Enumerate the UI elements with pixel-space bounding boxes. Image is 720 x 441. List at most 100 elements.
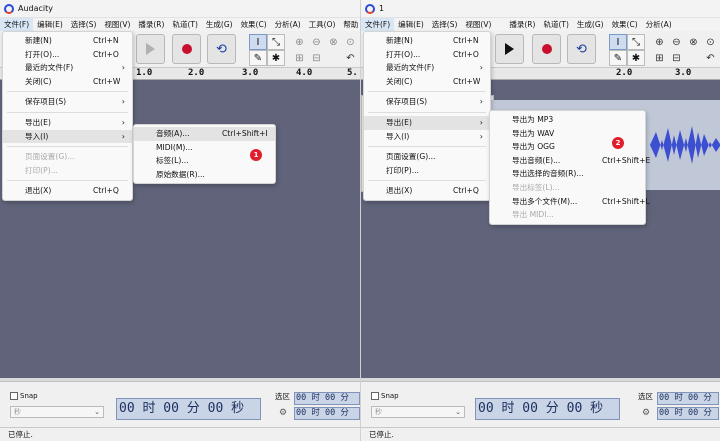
loop-button[interactable]: ⟲: [207, 34, 236, 64]
menu-item-page-setup[interactable]: 页面设置(G)...: [3, 150, 132, 164]
record-button[interactable]: [532, 34, 561, 64]
menu-generate[interactable]: 生成(G): [573, 18, 608, 31]
snap-checkbox[interactable]: [371, 392, 379, 400]
zoom-out-button[interactable]: ⊖: [669, 35, 684, 50]
menu-tools[interactable]: 工具(O): [305, 18, 340, 31]
menu-transport[interactable]: 播录(R): [495, 18, 539, 31]
menu-analyze[interactable]: 分析(A): [271, 18, 305, 31]
zoom-in-button[interactable]: ⊕: [292, 35, 307, 50]
menu-tracks[interactable]: 轨道(T): [539, 18, 572, 31]
play-button[interactable]: [136, 34, 165, 64]
envelope-tool[interactable]: ⤡: [627, 34, 645, 50]
menu-view[interactable]: 视图(V): [100, 18, 134, 31]
undo-button[interactable]: ↶: [343, 51, 358, 66]
menu-item-export[interactable]: 导出(E) ›: [364, 115, 490, 130]
menu-item-open[interactable]: 打开(O)... Ctrl+O: [364, 48, 490, 62]
draw-tool[interactable]: ✎: [249, 50, 267, 66]
zoom-in-button[interactable]: ⊕: [652, 35, 667, 50]
submenu-item-export-midi[interactable]: 导出 MIDI...: [490, 208, 645, 222]
zoom-out-button[interactable]: ⊖: [309, 35, 324, 50]
menu-item-page-setup[interactable]: 页面设置(G)...: [364, 150, 490, 164]
snap-toggle[interactable]: Snap: [10, 392, 38, 400]
menu-view[interactable]: 视图(V): [461, 18, 495, 31]
zoom-fit-button[interactable]: ⊙: [703, 35, 718, 50]
pencil-icon: ✎: [613, 52, 623, 64]
menu-item-save-project[interactable]: 保存项目(S) ›: [364, 95, 490, 109]
menu-separator: [368, 180, 486, 182]
trim-button[interactable]: ⊞: [652, 51, 667, 66]
submenu-item-export-selected[interactable]: 导出选择的音频(R)...: [490, 167, 645, 181]
selection-end-display[interactable]: 00 时 00 分: [657, 407, 719, 420]
menu-item-exit[interactable]: 退出(X) Ctrl+Q: [3, 184, 132, 198]
menu-item-save-project[interactable]: 保存项目(S) ›: [3, 95, 132, 109]
play-icon: [505, 43, 514, 55]
label: 导出(E): [386, 117, 412, 127]
menu-edit[interactable]: 编辑(E): [33, 18, 67, 31]
submenu-item-export-audio[interactable]: 导出音频(E)... Ctrl+Shift+E: [490, 154, 650, 168]
selection-end-display[interactable]: 00 时 00 分: [294, 407, 360, 420]
menu-generate[interactable]: 生成(G): [202, 18, 237, 31]
gear-icon[interactable]: ⚙: [642, 408, 650, 418]
menu-transport[interactable]: 播录(R): [134, 18, 168, 31]
multi-tool[interactable]: ✱: [267, 50, 285, 66]
submenu-item-audio[interactable]: 音频(A)... Ctrl+Shift+I: [134, 127, 275, 141]
gear-icon[interactable]: ⚙: [279, 408, 287, 418]
menu-help[interactable]: 帮助: [339, 18, 360, 31]
submenu-item-export-multiple[interactable]: 导出多个文件(M)... Ctrl+Shift+L: [490, 195, 650, 209]
menu-edit[interactable]: 编辑(E): [394, 18, 428, 31]
menu-file[interactable]: 文件(F): [361, 18, 395, 31]
menu-item-recent[interactable]: 最近的文件(F) ›: [3, 61, 132, 75]
selection-tool[interactable]: I: [609, 34, 627, 50]
menu-item-print[interactable]: 打印(P)...: [364, 164, 490, 178]
zoom-fit-icon: ⊙: [346, 37, 355, 48]
multi-tool[interactable]: ✱: [627, 50, 645, 66]
menu-file[interactable]: 文件(F): [0, 18, 34, 31]
unit-value: 秒: [375, 408, 382, 416]
selection-tool[interactable]: I: [249, 34, 267, 50]
selection-start-display[interactable]: 00 时 00 分: [294, 392, 360, 405]
submenu-item-export-mp3[interactable]: 导出为 MP3: [490, 113, 645, 127]
menu-analyze[interactable]: 分析(A): [642, 18, 676, 31]
menu-effect[interactable]: 效果(C): [237, 18, 271, 31]
menu-item-recent[interactable]: 最近的文件(F) ›: [364, 61, 490, 75]
menu-select[interactable]: 选择(S): [67, 18, 101, 31]
menu-item-new[interactable]: 新建(N) Ctrl+N: [3, 34, 132, 48]
play-button[interactable]: [495, 34, 524, 64]
menu-item-close[interactable]: 关闭(C) Ctrl+W: [364, 75, 490, 89]
silence-button[interactable]: ⊟: [669, 51, 684, 66]
loop-button[interactable]: ⟲: [567, 34, 596, 64]
undo-button[interactable]: ↶: [703, 51, 718, 66]
zoom-selection-button[interactable]: ⊗: [326, 35, 341, 50]
trim-button[interactable]: ⊞: [292, 51, 307, 66]
menu-item-close[interactable]: 关闭(C) Ctrl+W: [3, 75, 132, 89]
snap-unit-select[interactable]: 秒 ⌄: [371, 406, 465, 418]
menu-item-import[interactable]: 导入(I) ›: [3, 129, 132, 144]
submenu-item-export-labels[interactable]: 导出标签(L)...: [490, 181, 645, 195]
draw-tool[interactable]: ✎: [609, 50, 627, 66]
menu-item-print[interactable]: 打印(P)...: [3, 164, 132, 178]
silence-button[interactable]: ⊟: [309, 51, 324, 66]
menu-effect[interactable]: 效果(C): [608, 18, 642, 31]
audio-position-display[interactable]: 00 时 00 分 00 秒: [475, 398, 620, 420]
file-menu: 新建(N) Ctrl+N 打开(O)... Ctrl+O 最近的文件(F) › 关闭(…: [2, 31, 133, 201]
menu-item-new[interactable]: 新建(N) Ctrl+N: [364, 34, 490, 48]
menu-item-import[interactable]: 导入(I) ›: [364, 130, 490, 144]
snap-toggle[interactable]: Snap: [371, 392, 399, 400]
menu-item-exit[interactable]: 退出(X) Ctrl+Q: [364, 184, 490, 198]
zoom-fit-button[interactable]: ⊙: [343, 35, 358, 50]
submenu-item-raw[interactable]: 原始数据(R)...: [134, 168, 275, 182]
zoom-selection-button[interactable]: ⊗: [686, 35, 701, 50]
envelope-tool[interactable]: ⤡: [267, 34, 285, 50]
record-icon: [181, 44, 192, 54]
menu-select[interactable]: 选择(S): [428, 18, 462, 31]
selection-start-display[interactable]: 00 时 00 分: [657, 392, 719, 405]
label: 打印(P)...: [386, 165, 419, 175]
label: 关闭(C): [386, 76, 413, 86]
menu-item-export[interactable]: 导出(E) ›: [3, 116, 132, 130]
record-button[interactable]: [172, 34, 201, 64]
audio-position-display[interactable]: 00 时 00 分 00 秒: [116, 398, 261, 420]
snap-unit-select[interactable]: 秒 ⌄: [10, 406, 104, 418]
menu-tracks[interactable]: 轨道(T): [168, 18, 201, 31]
menu-item-open[interactable]: 打开(O)... Ctrl+O: [3, 48, 132, 62]
snap-checkbox[interactable]: [10, 392, 18, 400]
